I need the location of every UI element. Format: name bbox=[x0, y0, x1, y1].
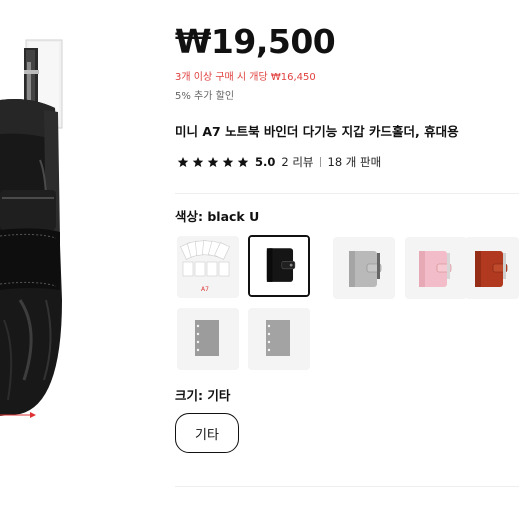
bulk-discount-text: 3개 이상 구매 시 개당 ₩16,450 bbox=[175, 72, 316, 83]
color-swatch-silver[interactable] bbox=[333, 237, 395, 299]
star-icon bbox=[192, 157, 204, 167]
star-icon bbox=[237, 157, 249, 167]
wallet-icon bbox=[333, 237, 395, 299]
wallet-icon bbox=[250, 237, 308, 295]
swatch-caption: A7 bbox=[201, 286, 209, 293]
product-photo-image bbox=[0, 0, 152, 519]
rating-row[interactable]: 5.0 2 리뷰 18 개 판매 bbox=[177, 154, 381, 170]
color-label: 색상: black U bbox=[175, 209, 260, 224]
color-swatch-pink[interactable] bbox=[405, 237, 467, 299]
color-swatch-a7-pages[interactable]: A7 bbox=[177, 236, 239, 298]
extra-discount-text: 5% 추가 할인 bbox=[175, 91, 235, 102]
star-icon bbox=[222, 157, 234, 167]
product-info-panel: ₩19,500 3개 이상 구매 시 개당 ₩16,450 5% 추가 할인 미… bbox=[175, 0, 519, 519]
star-icon bbox=[177, 157, 189, 167]
color-swatch-brown[interactable] bbox=[465, 237, 519, 299]
product-title: 미니 A7 노트북 바인더 다기능 지갑 카드홀더, 휴대용 bbox=[175, 124, 459, 139]
star-icon bbox=[207, 157, 219, 167]
size-option-button[interactable]: 기타 bbox=[175, 413, 239, 453]
rating-value: 5.0 bbox=[255, 155, 276, 169]
size-label: 크기: 기타 bbox=[175, 388, 231, 403]
product-photo[interactable] bbox=[0, 0, 152, 519]
insert-icon bbox=[248, 308, 310, 370]
color-swatch-gray-insert-a[interactable] bbox=[177, 308, 239, 370]
product-price: ₩19,500 bbox=[175, 22, 336, 61]
rating-stars bbox=[177, 156, 249, 168]
divider bbox=[175, 486, 519, 487]
color-swatch-gray-insert-b[interactable] bbox=[248, 308, 310, 370]
wallet-icon bbox=[405, 237, 467, 299]
sales-count: 18 개 판매 bbox=[327, 155, 382, 169]
wallet-icon bbox=[465, 237, 519, 299]
insert-icon bbox=[177, 308, 239, 370]
divider bbox=[175, 193, 519, 194]
separator bbox=[319, 157, 321, 167]
review-count-link[interactable]: 2 리뷰 bbox=[281, 154, 313, 170]
color-swatch-black-u[interactable] bbox=[248, 235, 310, 297]
pages-icon: A7 bbox=[177, 236, 239, 298]
